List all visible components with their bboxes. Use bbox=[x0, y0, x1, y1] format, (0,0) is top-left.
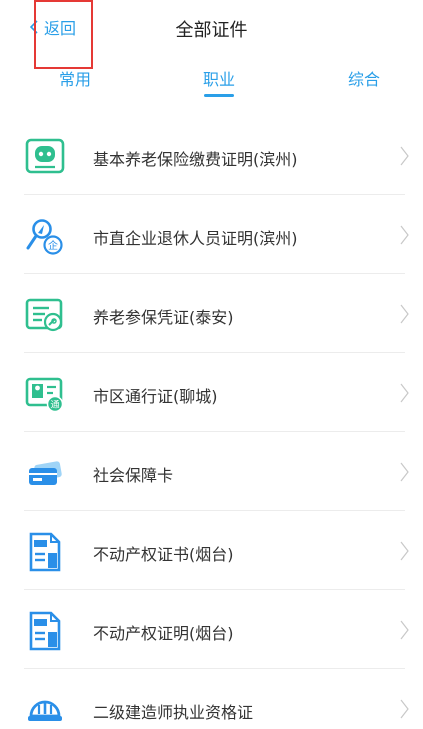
category-tabs: 常用 职业 综合 bbox=[0, 60, 423, 100]
pension-certificate-icon bbox=[25, 138, 65, 174]
header-bar: 返回 全部证件 bbox=[0, 0, 423, 69]
list-item-label: 养老参保凭证(泰安) bbox=[93, 308, 234, 327]
chevron-right-icon bbox=[400, 225, 409, 245]
list-item-label: 二级建造师执业资格证 bbox=[93, 703, 254, 722]
list-item-label: 市直企业退休人员证明(滨州) bbox=[93, 229, 298, 248]
tab-comprehensive[interactable]: 综合 bbox=[348, 66, 380, 90]
chevron-right-icon bbox=[400, 699, 409, 719]
tab-profession[interactable]: 职业 bbox=[203, 66, 235, 90]
certificate-list: 基本养老保险缴费证明(滨州) 企 市直企业退休人员证明(滨州) 养老参保凭证(泰… bbox=[0, 116, 423, 729]
page-title: 全部证件 bbox=[175, 20, 248, 41]
list-item[interactable]: 不动产权证明(烟台) bbox=[0, 590, 423, 669]
svg-text:企: 企 bbox=[48, 239, 58, 252]
list-item[interactable]: 基本养老保险缴费证明(滨州) bbox=[0, 116, 423, 195]
list-item[interactable]: 养老参保凭证(泰安) bbox=[0, 274, 423, 353]
retired-person-icon: 企 bbox=[26, 219, 63, 255]
pass-card-icon: 通 bbox=[25, 377, 64, 413]
chevron-right-icon bbox=[400, 383, 409, 403]
list-item[interactable]: 企 市直企业退休人员证明(滨州) bbox=[0, 195, 423, 274]
social-security-card-icon bbox=[29, 461, 62, 485]
active-tab-indicator bbox=[204, 94, 234, 97]
chevron-right-icon bbox=[400, 304, 409, 324]
insurance-voucher-icon bbox=[25, 298, 63, 332]
list-item[interactable]: 二级建造师执业资格证 bbox=[0, 669, 423, 729]
chevron-right-icon bbox=[400, 462, 409, 482]
svg-text:通: 通 bbox=[50, 400, 59, 411]
list-item-label: 不动产权证明(烟台) bbox=[93, 624, 234, 643]
list-item[interactable]: 社会保障卡 bbox=[0, 432, 423, 511]
chevron-right-icon bbox=[400, 541, 409, 561]
list-item-label: 社会保障卡 bbox=[93, 466, 174, 485]
list-item[interactable]: 不动产权证书(烟台) bbox=[0, 511, 423, 590]
chevron-right-icon bbox=[400, 620, 409, 640]
list-item-label: 不动产权证书(烟台) bbox=[93, 545, 234, 564]
property-certificate-icon bbox=[29, 532, 61, 572]
hard-hat-icon bbox=[28, 700, 62, 721]
property-proof-icon bbox=[29, 611, 61, 651]
all-certificates-page: 返回 全部证件 常用 职业 综合 基本养老保险缴费证明(滨州) 企 市直企业退休… bbox=[0, 0, 423, 729]
list-item[interactable]: 通 市区通行证(聊城) bbox=[0, 353, 423, 432]
list-item-label: 市区通行证(聊城) bbox=[93, 387, 218, 406]
list-item-label: 基本养老保险缴费证明(滨州) bbox=[93, 150, 298, 169]
tab-common[interactable]: 常用 bbox=[59, 66, 91, 90]
chevron-right-icon bbox=[400, 146, 409, 166]
